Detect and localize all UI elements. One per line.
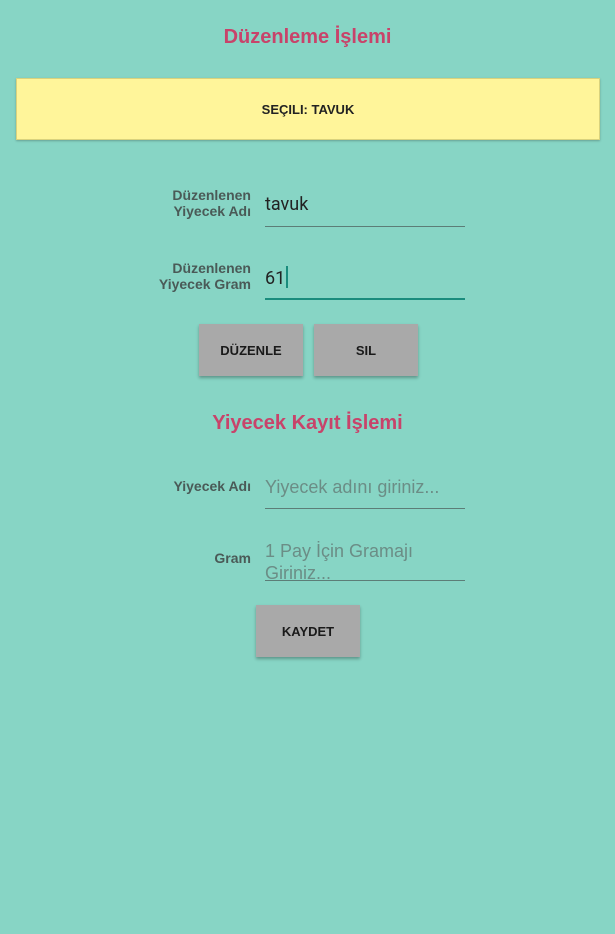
edit-gram-label-line1: Düzenlenen [172, 260, 251, 276]
edit-gram-input[interactable]: 61 [265, 266, 465, 300]
save-gram-label: Gram [214, 550, 251, 566]
edit-name-label: Düzenlenen Yiyecek Adı [172, 187, 251, 219]
edit-button[interactable]: DÜZENLE [199, 324, 303, 376]
delete-button[interactable]: SIL [314, 324, 418, 376]
selected-item-text: SEÇILI: TAVUK [261, 101, 355, 117]
save-button[interactable]: KAYDET [256, 605, 360, 657]
save-name-input[interactable] [265, 474, 465, 509]
edit-gram-label-line2: Yiyecek Gram [158, 276, 251, 292]
save-section-title: Yiyecek Kayıt İşlemi [212, 412, 403, 434]
text-cursor [286, 266, 289, 288]
edit-gram-label: Düzenlenen Yiyecek Gram [159, 260, 251, 292]
save-name-label: Yiyecek Adı [173, 478, 251, 494]
edit-name-value: tavuk [265, 194, 309, 215]
selected-item-banner: SEÇILI: TAVUK [16, 78, 600, 140]
save-gram-input[interactable] [265, 538, 465, 581]
edit-name-label-line2: Yiyecek Adı [173, 203, 251, 219]
edit-gram-value: 61 [265, 268, 286, 289]
edit-section-title: Düzenleme İşlemi [223, 26, 392, 48]
edit-name-input[interactable]: tavuk [265, 194, 465, 227]
edit-name-label-line1: Düzenlenen [172, 187, 251, 203]
